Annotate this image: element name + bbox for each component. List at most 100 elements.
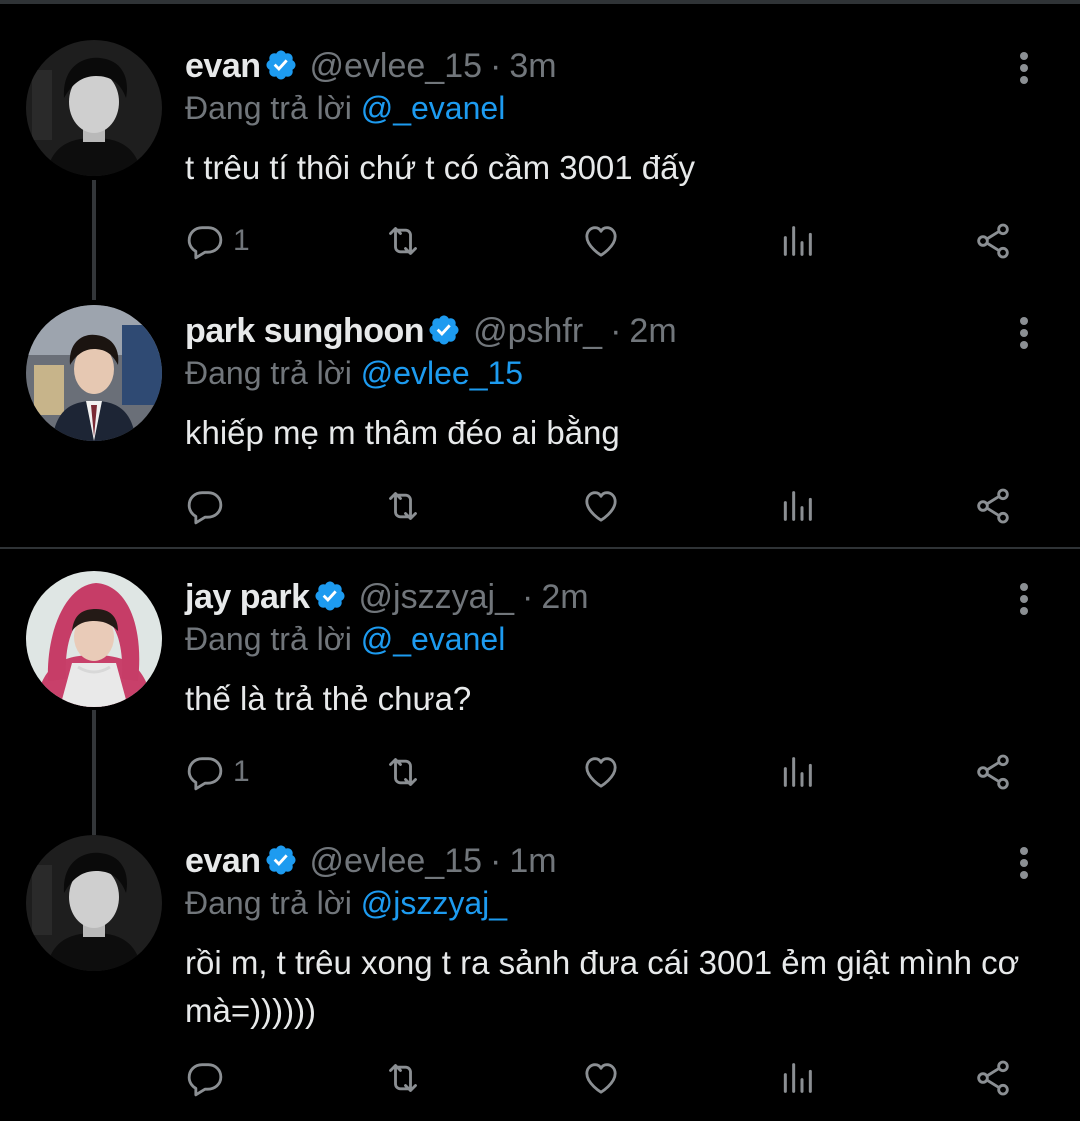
like-icon (585, 757, 617, 788)
display-name[interactable]: park sunghoon (185, 312, 425, 350)
replying-prefix: Đang trả lời (185, 621, 352, 657)
like-button[interactable] (581, 1053, 621, 1103)
share-button[interactable] (973, 1053, 1013, 1103)
timestamp[interactable]: 2m (629, 312, 676, 350)
share-icon (977, 488, 1009, 524)
timestamp[interactable]: 1m (509, 842, 556, 880)
retweet-button[interactable] (383, 747, 423, 797)
views-button[interactable] (777, 1053, 817, 1103)
reply-button[interactable]: 1 (185, 747, 250, 797)
retweet-button[interactable] (383, 481, 423, 531)
like-icon (585, 226, 617, 257)
avatar[interactable] (26, 305, 162, 441)
more-options-icon[interactable] (1012, 48, 1036, 88)
retweet-icon (389, 758, 417, 786)
reply-icon (187, 226, 223, 260)
handle[interactable]: @jszzyaj_ (359, 578, 514, 616)
tweet-header: evan @evlee_15 · 3m (185, 46, 557, 86)
action-bar: 1 (185, 216, 1035, 266)
reply-icon (187, 757, 223, 791)
verified-badge-icon (265, 50, 296, 80)
mention-link[interactable]: @evlee_15 (361, 355, 523, 391)
like-button[interactable] (581, 481, 621, 531)
tweet-header: evan @evlee_15 · 1m (185, 841, 557, 881)
handle[interactable]: @pshfr_ (473, 312, 602, 350)
verified-badge-icon (429, 315, 459, 345)
reply-icon (187, 491, 223, 525)
tweet[interactable]: park sunghoon @pshfr_ · 2m Đang trả lời @ev… (0, 305, 1080, 545)
separator-dot: · (490, 842, 502, 880)
tweet-text: t trêu tí thôi chứ t có cầm 3001 đấy (185, 149, 696, 186)
replying-prefix: Đang trả lời (185, 90, 352, 126)
replying-prefix: Đang trả lời (185, 885, 352, 921)
tweet-text: khiếp mẹ m thâm đéo ai bằng (185, 414, 620, 451)
share-button[interactable] (973, 481, 1013, 531)
share-icon (977, 223, 1009, 259)
share-button[interactable] (973, 747, 1013, 797)
separator-dot: · (521, 578, 534, 616)
separator-dot: · (610, 312, 622, 350)
handle[interactable]: @evlee_15 (310, 47, 483, 85)
more-options-icon[interactable] (1012, 843, 1036, 883)
avatar[interactable] (26, 835, 162, 971)
like-icon (585, 1063, 617, 1094)
tweet[interactable]: evan @evlee_15 · 3m Đang trả lời @_evanel t… (0, 40, 1080, 280)
like-button[interactable] (581, 216, 621, 266)
views-button[interactable] (777, 481, 817, 531)
tweet-text: thế là trả thẻ chưa? (185, 680, 472, 717)
thread-divider (0, 547, 1080, 549)
views-button[interactable] (777, 216, 817, 266)
views-icon (783, 491, 812, 521)
share-icon (977, 1060, 1009, 1096)
replying-to: Đang trả lời @evlee_15 (185, 353, 523, 393)
avatar[interactable] (26, 40, 162, 176)
mention-link[interactable]: @_evanel (361, 621, 506, 657)
views-icon (783, 757, 812, 787)
retweet-icon (389, 227, 417, 255)
reply-count: 1 (233, 755, 250, 788)
views-button[interactable] (777, 747, 817, 797)
more-options-icon[interactable] (1012, 579, 1036, 619)
more-options-icon[interactable] (1012, 313, 1036, 353)
retweet-button[interactable] (383, 1053, 423, 1103)
action-bar (185, 481, 1035, 531)
retweet-icon (389, 1064, 417, 1092)
avatar[interactable] (26, 571, 162, 707)
share-icon (977, 754, 1009, 790)
like-button[interactable] (581, 747, 621, 797)
display-name[interactable]: evan (185, 47, 261, 85)
replying-to: Đang trả lời @_evanel (185, 88, 505, 128)
verified-badge-icon (315, 581, 345, 611)
action-bar (185, 1053, 1035, 1103)
replying-prefix: Đang trả lời (185, 355, 352, 391)
views-icon (783, 226, 812, 256)
replying-to: Đang trả lời @_evanel (185, 619, 505, 659)
tweet-text: rồi m, t trêu xong t ra sảnh đưa cái 300… (185, 944, 1020, 1029)
mention-link[interactable]: @jszzyaj_ (361, 885, 507, 921)
timestamp[interactable]: 3m (509, 47, 556, 85)
views-icon (783, 1063, 812, 1093)
mention-link[interactable]: @_evanel (361, 90, 506, 126)
retweet-button[interactable] (383, 216, 423, 266)
replying-to: Đang trả lời @jszzyaj_ (185, 883, 507, 923)
tweet[interactable]: evan @evlee_15 · 1m Đang trả lời @jszzyaj_ … (0, 835, 1080, 1115)
separator-dot: · (490, 47, 502, 85)
top-divider (0, 0, 1080, 4)
tweet-header: park sunghoon @pshfr_ · 2m (185, 311, 677, 351)
reply-count: 1 (233, 224, 250, 257)
display-name[interactable]: jay park (185, 578, 310, 616)
reply-icon (187, 1063, 223, 1097)
retweet-icon (389, 492, 417, 520)
action-bar: 1 (185, 747, 1035, 797)
reply-button[interactable] (185, 481, 233, 531)
tweet[interactable]: jay park @jszzyaj_ · 2m Đang trả lời @_evan… (0, 571, 1080, 811)
verified-badge-icon (265, 845, 296, 875)
handle[interactable]: @evlee_15 (310, 842, 483, 880)
reply-button[interactable] (185, 1053, 233, 1103)
timestamp[interactable]: 2m (541, 578, 588, 616)
display-name[interactable]: evan (185, 842, 261, 880)
share-button[interactable] (973, 216, 1013, 266)
tweet-header: jay park @jszzyaj_ · 2m (185, 577, 589, 617)
reply-button[interactable]: 1 (185, 216, 250, 266)
like-icon (585, 491, 617, 522)
